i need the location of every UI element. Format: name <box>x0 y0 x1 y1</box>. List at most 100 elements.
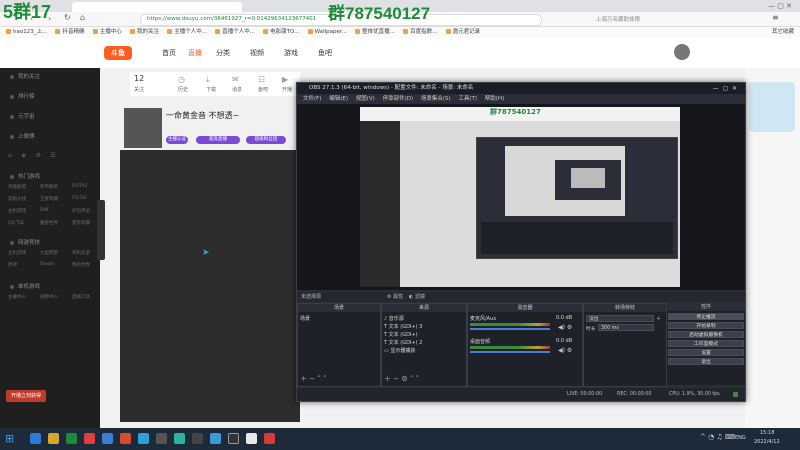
bookmark[interactable]: 邀元君记录 <box>445 27 480 38</box>
go-live-promo-button[interactable]: 开播立刻获得 <box>6 390 46 402</box>
site-logo[interactable]: 斗鱼 <box>104 46 132 60</box>
grid-item[interactable]: 炉石传说 <box>72 208 90 214</box>
grid-item[interactable]: CS:GO <box>72 196 87 201</box>
grid-item[interactable]: 穿越火线 <box>8 196 26 202</box>
mixer-volume-slider[interactable] <box>470 351 550 353</box>
obs-menu-item[interactable]: 帮助(H) <box>485 94 504 104</box>
room-tag[interactable]: 超级粉丝团 <box>246 136 286 144</box>
follow-count[interactable]: 12 <box>134 74 144 83</box>
start-recording-button[interactable]: 开始录制 <box>668 322 744 329</box>
scene-add-remove-buttons[interactable]: ＋ − ˄ ˅ <box>300 374 327 384</box>
sidebar-item-following[interactable]: 我的关注 <box>10 72 40 80</box>
grid-item[interactable]: 视频中心 <box>40 294 58 300</box>
obs-menu-item[interactable]: 工具(T) <box>458 94 477 104</box>
bookmark[interactable]: 直播个人中... <box>215 27 255 38</box>
exit-button[interactable]: 退出 <box>668 358 744 365</box>
grid-item[interactable]: DNF <box>40 208 49 213</box>
taskbar-app-icon[interactable] <box>192 433 203 444</box>
filters-button[interactable]: ◐ 滤镜 <box>409 292 425 302</box>
stop-streaming-button[interactable]: 停止推流 <box>668 313 744 320</box>
download-icon[interactable]: ⤓ <box>206 75 210 85</box>
window-controls[interactable]: — ▢ ✕ <box>768 2 792 10</box>
windows-start-icon[interactable]: ⊞ <box>5 432 14 445</box>
studio-mode-button[interactable]: 工作室模式 <box>668 340 744 347</box>
bookmark[interactable]: 抖音精确 <box>55 27 84 38</box>
taskbar-app-icon[interactable] <box>174 433 185 444</box>
bookmark[interactable]: Wallpaper... <box>307 27 347 38</box>
bookmark[interactable]: 整体优直播... <box>355 27 395 38</box>
nav-item[interactable]: 分类 <box>216 48 230 58</box>
source-add-remove-buttons[interactable]: ＋ − ⚙ ˄ ˅ <box>384 374 419 384</box>
taskbar-app-icon[interactable] <box>138 433 149 444</box>
obs-menu-item[interactable]: 文件(F) <box>303 94 321 104</box>
taskbar-app-icon[interactable] <box>48 433 59 444</box>
message-icon[interactable]: ✉ <box>232 75 239 84</box>
active-tab[interactable] <box>72 2 242 12</box>
room-tag[interactable]: 超高直播 <box>196 136 240 144</box>
taskbar-app-icon[interactable] <box>30 433 41 444</box>
grid-item[interactable]: 原神 <box>8 262 17 268</box>
grid-item[interactable]: QQ飞车 <box>8 220 24 226</box>
sidebar-icon-row[interactable]: ⌂ ◈ ⚙ ☰ <box>8 152 56 159</box>
grid-item[interactable]: 英雄联盟 <box>8 184 26 190</box>
source-item[interactable]: T 文本 (GDI+) 2 <box>384 339 422 346</box>
mixer-volume-slider[interactable] <box>470 328 550 330</box>
nav-item[interactable]: 首页 <box>162 48 176 58</box>
sidebar-item-weibo[interactable]: 上微博 <box>10 132 35 140</box>
room-tag[interactable]: 主播认证 <box>166 136 188 144</box>
home-icon[interactable]: ⌂ <box>80 13 85 22</box>
grid-item[interactable]: 和平精英 <box>40 184 58 190</box>
obs-menu-item[interactable]: 场景集合(S) <box>421 94 451 104</box>
promo-banner[interactable] <box>749 82 795 132</box>
other-bookmarks[interactable]: 其它收藏 <box>772 27 794 38</box>
sidebar-item-metaverse[interactable]: 元宇宙 <box>10 112 35 120</box>
grid-item[interactable]: 我的世界 <box>72 262 90 268</box>
grid-item[interactable]: 星际争霸 <box>72 220 90 226</box>
taskbar-app-icon[interactable] <box>84 433 95 444</box>
grid-item[interactable]: 大型网游 <box>40 250 58 256</box>
user-avatar[interactable] <box>674 44 690 60</box>
grid-item[interactable]: 单机热游 <box>72 250 90 256</box>
source-item[interactable]: T 文本 (GDI+) <box>384 331 418 338</box>
obs-window-controls[interactable]: — ▢ ✕ <box>713 83 737 94</box>
settings-button[interactable]: 设置 <box>668 349 744 356</box>
obs-menu-item[interactable]: 编辑(E) <box>329 94 348 104</box>
streamer-avatar[interactable] <box>124 108 162 148</box>
bookmark[interactable]: 主播中心 <box>92 27 122 38</box>
start-virtual-camera-button[interactable]: 启动虚拟摄像机 <box>668 331 744 338</box>
bookmark[interactable]: 百度指数... <box>403 27 437 38</box>
taskbar-app-icon[interactable] <box>264 433 275 444</box>
bookmark[interactable]: hao123_上... <box>6 27 47 38</box>
speaker-icon[interactable]: ◀) ⚙ <box>558 347 572 354</box>
reload-icon[interactable]: ↻ <box>64 13 71 22</box>
grid-item[interactable]: Steam <box>40 262 55 267</box>
forum-icon[interactable]: ☷ <box>258 75 265 84</box>
transition-add-icon[interactable]: ＋ <box>656 315 661 322</box>
sidebar-item-ranking[interactable]: 排行榜 <box>10 92 35 100</box>
grid-item[interactable]: DOTA2 <box>72 184 87 189</box>
taskbar-language[interactable]: ENG <box>735 435 746 441</box>
taskbar-app-icon[interactable] <box>246 433 257 444</box>
bookmark[interactable]: 主播个人中... <box>167 27 207 38</box>
properties-button[interactable]: ⚙ 属性 <box>387 292 403 302</box>
grid-item[interactable]: 魔兽世界 <box>40 220 58 226</box>
go-live-icon[interactable]: ▶ <box>282 75 288 84</box>
scene-item[interactable]: 场景 <box>300 315 310 322</box>
tray-icons[interactable]: ^ ◔ ♫ ⌨ <box>700 433 735 441</box>
history-icon[interactable]: ◷ <box>178 75 185 84</box>
nav-item[interactable]: 直播 <box>188 48 202 58</box>
obs-menu-item[interactable]: 视图(V) <box>356 94 375 104</box>
duration-input[interactable]: 300 ms <box>598 324 654 331</box>
grid-item[interactable]: 主播中心 <box>8 294 26 300</box>
grid-item[interactable]: 王者荣耀 <box>40 196 58 202</box>
nav-item[interactable]: 鱼吧 <box>318 48 332 58</box>
video-player[interactable]: ➤ <box>120 150 300 422</box>
bookmark[interactable]: 电影康TO... <box>263 27 299 38</box>
grid-item[interactable]: 直播工具 <box>72 294 90 300</box>
speaker-icon[interactable]: ◀) ⚙ <box>558 324 572 331</box>
grid-item[interactable]: 主机游戏 <box>8 208 26 214</box>
taskbar-app-icon[interactable] <box>210 433 221 444</box>
taskbar-app-icon[interactable] <box>156 433 167 444</box>
taskbar-app-icon[interactable] <box>102 433 113 444</box>
taskbar-app-icon[interactable] <box>66 433 77 444</box>
